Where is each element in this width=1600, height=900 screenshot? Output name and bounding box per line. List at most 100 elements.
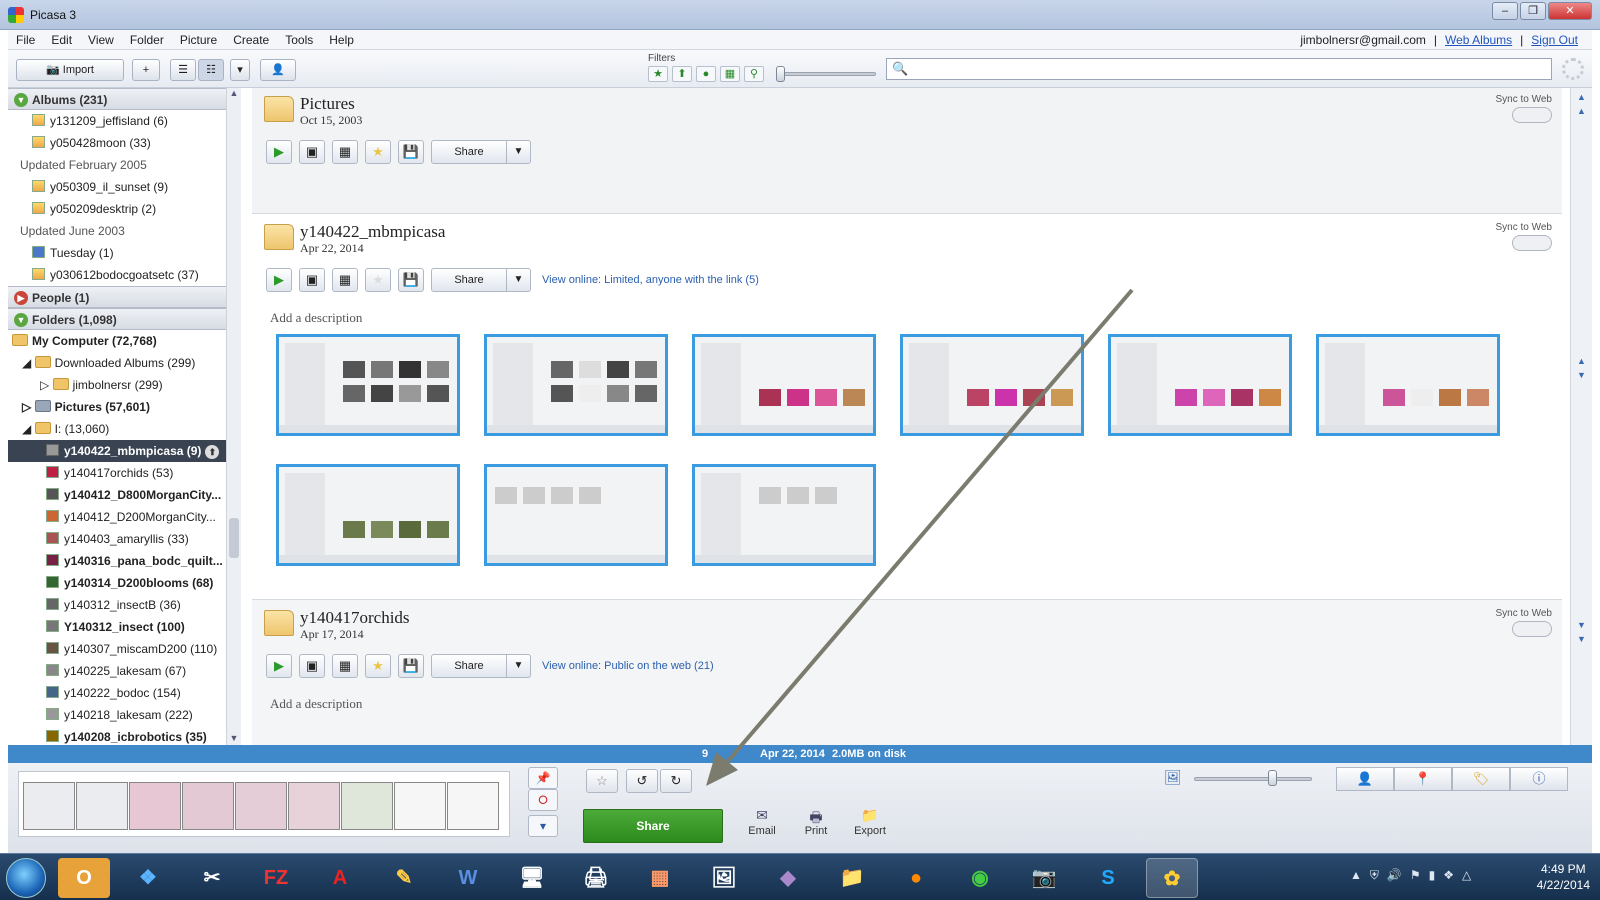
sidebar-folder-item[interactable]: y140316_pana_bodc_quilt... [8, 550, 228, 572]
tray-thumbnail[interactable] [23, 782, 75, 830]
collage-icon[interactable]: ▣ [299, 268, 325, 292]
filter-date-slider[interactable] [776, 72, 876, 76]
scroll-bottom-icon[interactable]: ▼ [1571, 634, 1592, 644]
places-pin-icon[interactable]: 📍 [1394, 767, 1452, 791]
upload-filter-icon[interactable]: ⬆ [672, 66, 692, 82]
movie-icon[interactable]: ▦ [332, 654, 358, 678]
play-slideshow-icon[interactable]: ▶ [266, 268, 292, 292]
view-online-link[interactable]: View online: Public on the web (21) [542, 660, 714, 672]
web-albums-link[interactable]: Web Albums [1445, 33, 1512, 47]
people-button[interactable]: 👤 [260, 59, 296, 81]
save-icon[interactable]: 💾 [398, 654, 424, 678]
export-button[interactable]: 📁 Export [848, 807, 892, 837]
star-icon[interactable]: ★ [365, 268, 391, 292]
chrome-icon[interactable]: ◉ [954, 858, 1006, 898]
clear-tray-icon[interactable]: ⭘ [528, 789, 558, 811]
sidebar-album-item[interactable]: y050209desktrip (2) [8, 198, 228, 220]
menu-folder[interactable]: Folder [122, 33, 172, 47]
email-button[interactable]: ✉ Email [740, 807, 784, 837]
show-hidden-icon[interactable]: ▲ [1350, 868, 1362, 883]
paint-icon[interactable]: ✎ [378, 858, 430, 898]
photo-tray[interactable] [18, 771, 510, 837]
detail-view-button[interactable]: ☷ [198, 59, 224, 81]
tray-thumbnail[interactable] [288, 782, 340, 830]
image-viewer-icon[interactable]: 🖼 [698, 858, 750, 898]
security-shield-icon[interactable]: ⛨ [1370, 868, 1379, 883]
photo-thumbnail[interactable] [692, 464, 876, 566]
rotate-left-button[interactable]: ↺ [626, 769, 658, 793]
start-button[interactable] [6, 858, 46, 898]
sidebar-album-item[interactable]: y050309_il_sunset (9) [8, 176, 228, 198]
skype-icon[interactable]: S [1082, 858, 1134, 898]
dropbox-tray-icon[interactable]: ❖ [1443, 868, 1454, 883]
tray-thumbnail[interactable] [394, 782, 446, 830]
menu-view[interactable]: View [80, 33, 122, 47]
photo-thumbnail[interactable] [900, 334, 1084, 436]
movie-filter-icon[interactable]: ▦ [720, 66, 740, 82]
thumbnail-size-knob[interactable] [1268, 770, 1277, 786]
control-panel-icon[interactable]: ▦ [634, 858, 686, 898]
share-dropdown-icon[interactable]: ▼ [507, 654, 531, 678]
photo-thumbnail[interactable] [484, 464, 668, 566]
tray-thumbnail[interactable] [129, 782, 181, 830]
sign-out-link[interactable]: Sign Out [1531, 33, 1578, 47]
photo-thumbnail[interactable] [276, 334, 460, 436]
photo-thumbnail[interactable] [1316, 334, 1500, 436]
my-computer-item[interactable]: My Computer (72,768) [8, 330, 228, 352]
firefox-icon[interactable]: ● [890, 858, 942, 898]
sidebar-album-item[interactable]: y131209_jeffisland (6) [8, 110, 228, 132]
share-dropdown-icon[interactable]: ▼ [507, 140, 531, 164]
sidebar-album-item[interactable]: y030612bodocgoatsetc (37) [8, 264, 228, 286]
sidebar-folder-item[interactable]: y140222_bodoc (154) [8, 682, 228, 704]
star-button[interactable]: ☆ [586, 769, 618, 793]
jimbolnersr-item[interactable]: ▷ jimbolnersr (299) [8, 374, 228, 396]
share-dropdown-icon[interactable]: ▼ [507, 268, 531, 292]
folders-header[interactable]: ▼ Folders (1,098) [8, 308, 228, 330]
albums-header[interactable]: ▼ Albums (231) [8, 88, 228, 110]
tray-thumbnail[interactable] [447, 782, 499, 830]
camera-app-icon[interactable]: 📷 [1018, 858, 1070, 898]
face-filter-icon[interactable]: ● [696, 66, 716, 82]
scanner-icon[interactable]: 🖨 [570, 858, 622, 898]
snipping-tool-icon[interactable]: ✂ [186, 858, 238, 898]
photo-thumbnail[interactable] [276, 464, 460, 566]
acrobat-icon[interactable]: A [314, 858, 366, 898]
thumbnail-size-slider[interactable] [1194, 777, 1312, 781]
scroll-up-icon[interactable]: ▲ [1571, 356, 1592, 366]
add-description-field[interactable]: Add a description [270, 696, 362, 712]
save-icon[interactable]: 💾 [398, 268, 424, 292]
tags-icon[interactable]: 🏷 [1452, 767, 1510, 791]
collage-icon[interactable]: ▣ [299, 140, 325, 164]
system-clock[interactable]: 4:49 PM 4/22/2014 [1537, 861, 1590, 893]
word-icon[interactable]: W [442, 858, 494, 898]
close-button[interactable]: ✕ [1548, 2, 1592, 20]
play-slideshow-icon[interactable]: ▶ [266, 140, 292, 164]
people-panel-icon[interactable]: 👤 [1336, 767, 1394, 791]
pictures-folder-item[interactable]: ▷ Pictures (57,601) [8, 396, 228, 418]
sync-toggle[interactable] [1512, 621, 1552, 637]
sidebar-folder-item[interactable]: y140403_amaryllis (33) [8, 528, 228, 550]
outlook-icon[interactable]: O [58, 858, 110, 898]
sidebar-folder-item[interactable]: y140312_insectB (36) [8, 594, 228, 616]
scroll-top-icon[interactable]: ▲ [1571, 92, 1592, 102]
tray-thumbnail[interactable] [341, 782, 393, 830]
sidebar-folder-item[interactable]: y140225_lakesam (67) [8, 660, 228, 682]
xps-viewer-icon[interactable]: ◆ [762, 858, 814, 898]
add-description-field[interactable]: Add a description [270, 310, 362, 326]
import-button[interactable]: 📷 Import [16, 59, 124, 81]
tray-thumbnail[interactable] [76, 782, 128, 830]
sync-toggle[interactable] [1512, 107, 1552, 123]
list-view-button[interactable]: ☰ [170, 59, 196, 81]
rotate-right-button[interactable]: ↻ [660, 769, 692, 793]
photo-thumbnail[interactable] [692, 334, 876, 436]
remote-desktop-icon[interactable]: 🖥 [506, 858, 558, 898]
sidebar-folder-item[interactable]: y140412_D800MorganCity... [8, 484, 228, 506]
star-filter-icon[interactable]: ★ [648, 66, 668, 82]
add-folder-button[interactable]: + [132, 59, 160, 81]
sidebar-folder-item[interactable]: y140314_D200blooms (68) [8, 572, 228, 594]
sidebar-folder-item[interactable]: y140412_D200MorganCity... [8, 506, 228, 528]
star-icon[interactable]: ★ [365, 654, 391, 678]
sync-toggle[interactable] [1512, 235, 1552, 251]
geotag-filter-icon[interactable]: ⚲ [744, 66, 764, 82]
tray-thumbnail[interactable] [182, 782, 234, 830]
